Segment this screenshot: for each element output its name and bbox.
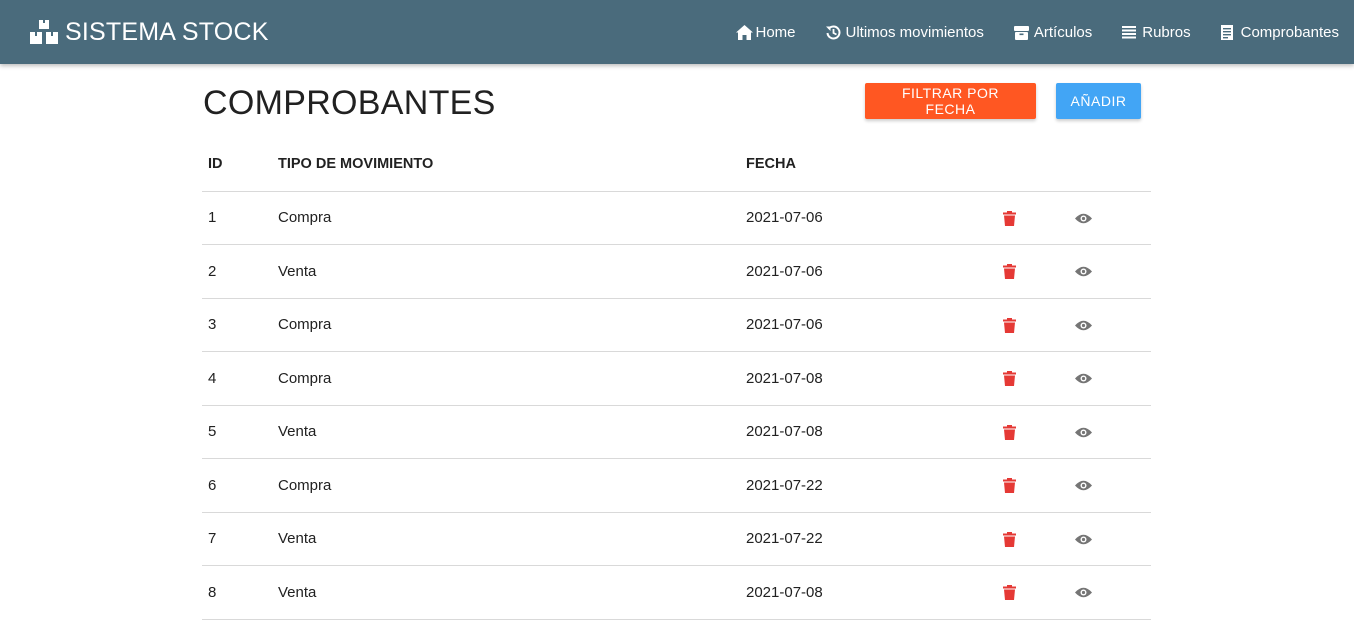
cell-fecha: 2021-07-08 (740, 405, 1002, 459)
nav-item-label: Rubros (1142, 23, 1191, 41)
archive-icon (1013, 25, 1030, 40)
cell-fecha: 2021-07-06 (740, 244, 1002, 299)
table-row: 3 Compra 2021-07-06 (202, 298, 1151, 352)
filter-by-date-button[interactable]: FILTRAR POR FECHA (865, 83, 1036, 119)
cell-id: 4 (202, 351, 273, 406)
eye-icon[interactable] (1075, 480, 1092, 491)
nav-item-label: Ultimos movimientos (845, 23, 984, 41)
eye-icon[interactable] (1075, 266, 1092, 277)
cell-id: 2 (202, 244, 273, 299)
top-navbar: SISTEMA STOCK Home Ultimos movimientos A… (0, 0, 1354, 64)
eye-icon[interactable] (1075, 427, 1092, 438)
nav-item-rubros[interactable]: Rubros (1107, 0, 1205, 64)
cell-tipo-movimiento: Compra (273, 458, 740, 513)
trash-icon[interactable] (1003, 371, 1016, 387)
nav-item-ultimos-movimientos[interactable]: Ultimos movimientos (811, 0, 999, 64)
nav-menu: Home Ultimos movimientos Artículos Rubro… (721, 0, 1354, 64)
cubes-icon (30, 20, 58, 44)
cell-id: 8 (202, 565, 273, 620)
nav-item-home[interactable]: Home (721, 0, 811, 64)
history-icon (825, 25, 842, 40)
nav-item-comprobantes[interactable]: Comprobantes (1206, 0, 1354, 64)
nav-item-articulos[interactable]: Artículos (999, 0, 1107, 64)
cell-tipo-movimiento: Compra (273, 298, 740, 352)
add-button[interactable]: AÑADIR (1056, 83, 1141, 119)
cell-id: 6 (202, 458, 273, 513)
cell-tipo-movimiento: Venta (273, 244, 740, 299)
cell-id: 5 (202, 405, 273, 459)
eye-icon[interactable] (1075, 213, 1092, 224)
cell-view (1074, 512, 1151, 566)
brand-title: SISTEMA STOCK (65, 17, 269, 46)
eye-icon[interactable] (1075, 320, 1092, 331)
cell-tipo-movimiento: Compra (273, 191, 740, 245)
cell-delete (1002, 405, 1074, 459)
header-delete (1002, 137, 1074, 192)
cell-fecha: 2021-07-06 (740, 298, 1002, 352)
cell-delete (1002, 512, 1074, 566)
cell-view (1074, 458, 1151, 513)
table-header-row: ID TIPO DE MOVIMIENTO FECHA (202, 137, 1151, 192)
cell-delete (1002, 191, 1074, 245)
table-row: 7 Venta 2021-07-22 (202, 512, 1151, 566)
cell-delete (1002, 298, 1074, 352)
cell-fecha: 2021-07-06 (740, 191, 1002, 245)
table-row: 1 Compra 2021-07-06 (202, 191, 1151, 245)
trash-icon[interactable] (1003, 531, 1016, 547)
cell-fecha: 2021-07-08 (740, 565, 1002, 620)
trash-icon[interactable] (1003, 264, 1016, 280)
trash-icon[interactable] (1003, 478, 1016, 494)
list-icon (1122, 25, 1138, 40)
home-icon (735, 24, 753, 40)
eye-icon[interactable] (1075, 587, 1092, 598)
cell-id: 3 (202, 298, 273, 352)
cell-view (1074, 351, 1151, 406)
table-row: 5 Venta 2021-07-08 (202, 405, 1151, 459)
receipt-icon (1220, 24, 1237, 40)
cell-fecha: 2021-07-22 (740, 458, 1002, 513)
cell-delete (1002, 351, 1074, 406)
table-row: 4 Compra 2021-07-08 (202, 351, 1151, 406)
page-title: COMPROBANTES (203, 84, 496, 122)
eye-icon[interactable] (1075, 373, 1092, 384)
header-view (1074, 137, 1151, 192)
trash-icon[interactable] (1003, 424, 1016, 440)
eye-icon[interactable] (1075, 534, 1092, 545)
nav-item-label: Home (755, 23, 796, 41)
cell-tipo-movimiento: Compra (273, 351, 740, 406)
nav-item-label: Artículos (1033, 23, 1093, 41)
table-row: 2 Venta 2021-07-06 (202, 244, 1151, 299)
cell-view (1074, 565, 1151, 620)
cell-delete (1002, 565, 1074, 620)
trash-icon[interactable] (1003, 210, 1016, 226)
brand-logo-link[interactable]: SISTEMA STOCK (30, 0, 269, 64)
table-row: 8 Venta 2021-07-08 (202, 565, 1151, 620)
cell-delete (1002, 458, 1074, 513)
header-id: ID (202, 137, 273, 192)
cell-delete (1002, 244, 1074, 299)
cell-view (1074, 191, 1151, 245)
header-tipo-movimiento: TIPO DE MOVIMIENTO (273, 137, 740, 192)
cell-fecha: 2021-07-22 (740, 512, 1002, 566)
table-body: 1 Compra 2021-07-06 2 Venta 2021-07-06 3… (202, 191, 1151, 620)
nav-item-label: Comprobantes (1240, 23, 1339, 41)
cell-tipo-movimiento: Venta (273, 512, 740, 566)
cell-tipo-movimiento: Venta (273, 405, 740, 459)
table-row: 6 Compra 2021-07-22 (202, 458, 1151, 513)
trash-icon[interactable] (1003, 585, 1016, 601)
comprobantes-table: ID TIPO DE MOVIMIENTO FECHA 1 Compra 202… (202, 137, 1151, 620)
cell-view (1074, 244, 1151, 299)
header-fecha: FECHA (740, 137, 1002, 192)
cell-fecha: 2021-07-08 (740, 351, 1002, 406)
cell-id: 7 (202, 512, 273, 566)
cell-tipo-movimiento: Venta (273, 565, 740, 620)
trash-icon[interactable] (1003, 317, 1016, 333)
cell-view (1074, 405, 1151, 459)
cell-view (1074, 298, 1151, 352)
cell-id: 1 (202, 191, 273, 245)
